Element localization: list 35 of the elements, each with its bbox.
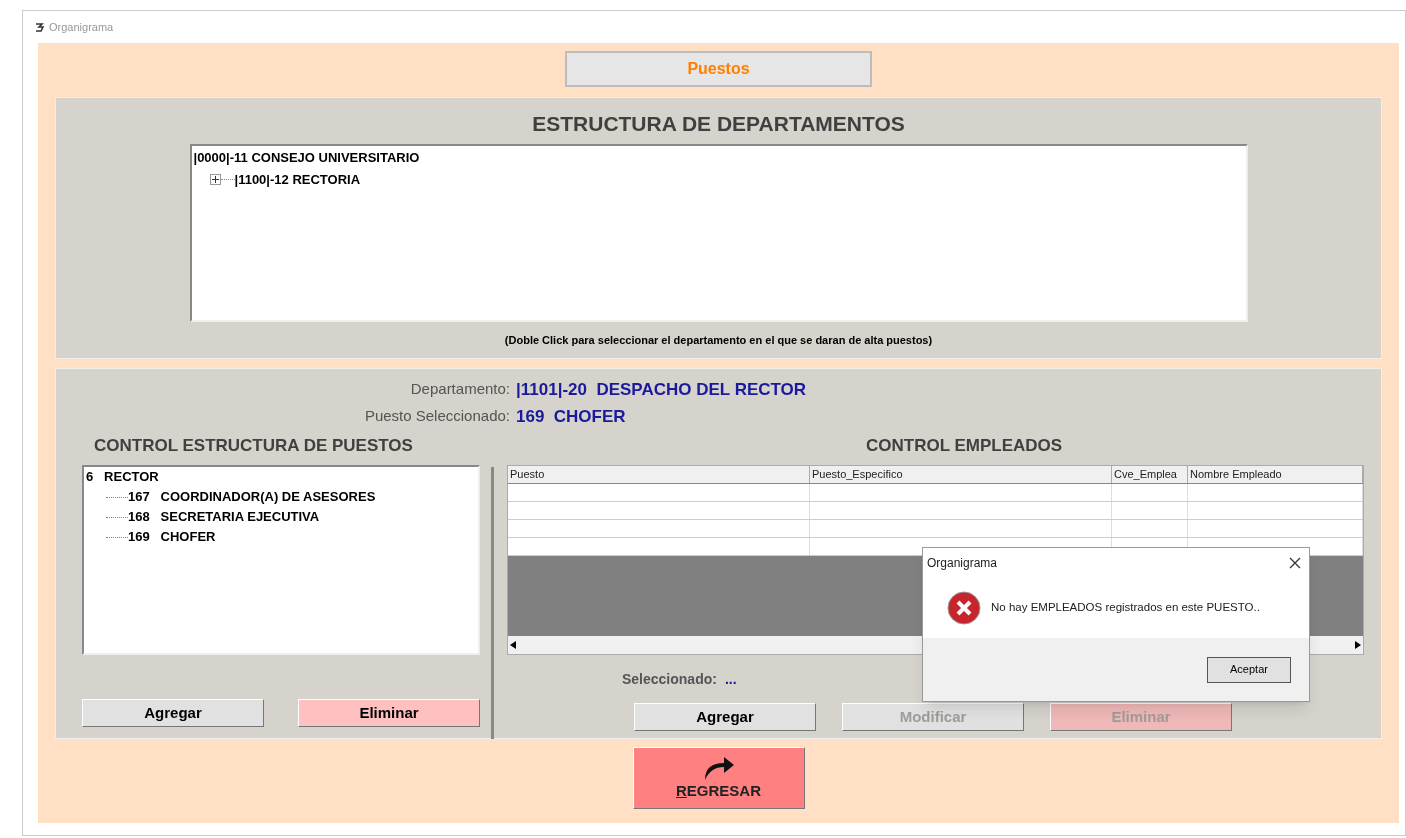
back-button[interactable]: REGRESAR [632, 747, 805, 809]
positions-tree[interactable]: 6 RECTOR 167 COORDINADOR(A) DE ASESORES 168 SECRETARIA EJECUTIVA 169 CHOFER [82, 465, 480, 655]
column-header[interactable]: Puesto_Especifico [810, 466, 1112, 483]
column-header[interactable]: Cve_Emplea [1112, 466, 1188, 483]
section-title: CONTROL EMPLEADOS [866, 435, 1064, 457]
dialog-title: Organigrama [927, 555, 998, 572]
tree-item[interactable]: 167 COORDINADOR(A) DE ASESORES [128, 487, 376, 507]
section-title: ESTRUCTURA DE DEPARTAMENTOS [532, 111, 905, 137]
tree-item[interactable]: |0000|-11 CONSEJO UNIVERSITARIO [193, 147, 420, 168]
expand-icon[interactable] [209, 174, 221, 185]
error-icon [947, 591, 981, 625]
selected-value: ... [724, 669, 737, 689]
tree-item[interactable]: 168 SECRETARIA EJECUTIVA [128, 507, 320, 527]
tree-item[interactable]: |1100|-12 RECTORIA [234, 169, 361, 190]
scroll-left-icon[interactable] [510, 641, 516, 649]
column-header[interactable]: Puesto [508, 466, 810, 483]
selected-label: Seleccionado: [622, 669, 717, 689]
ok-button[interactable]: Aceptar [1207, 656, 1291, 683]
action-button[interactable]: Agregar [82, 699, 264, 727]
info-label: Departamento: [409, 379, 510, 400]
info-value: |1101|-20 DESPACHO DEL RECTOR [516, 378, 807, 401]
column-header[interactable]: Nombre Empleado [1188, 466, 1363, 483]
scroll-right-icon[interactable] [1355, 641, 1361, 649]
delete-button[interactable]: Eliminar [298, 699, 480, 727]
info-label: Puesto Seleccionado: [363, 406, 510, 427]
action-button[interactable]: Agregar [634, 703, 816, 731]
dialog-message: No hay EMPLEADOS registrados en este PUESTO.. [991, 600, 1260, 616]
department-tree[interactable]: |0000|-11 CONSEJO UNIVERSITARIO |1100|-12 RECTORIA [189, 143, 1248, 322]
app-icon [35, 22, 45, 32]
window-title: Organigrama [49, 19, 114, 35]
tree-item[interactable]: 169 CHOFER [128, 527, 216, 547]
section-title: CONTROL ESTRUCTURA DE PUESTOS [94, 435, 414, 457]
hint-text: (Doble Click para seleccionar el departamento en el que se daran de alta puestos) [504, 332, 933, 348]
info-value: 169 CHOFER [516, 405, 626, 428]
tree-item[interactable]: 6 RECTOR [86, 467, 476, 487]
